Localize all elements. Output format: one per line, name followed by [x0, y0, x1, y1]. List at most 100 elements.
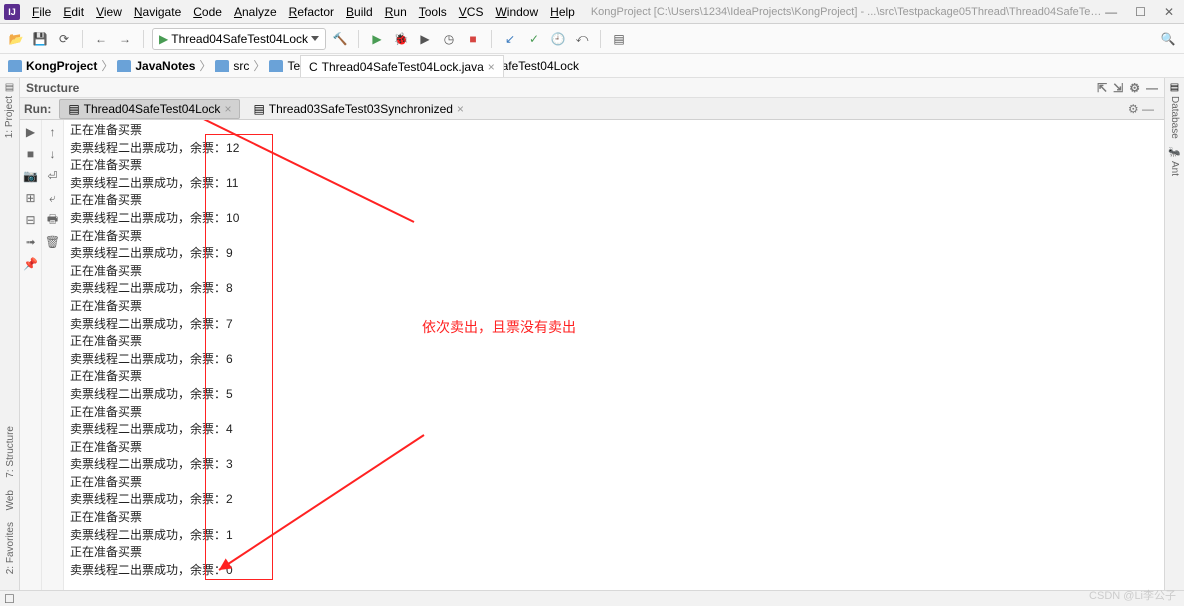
bottom-collapse-icon[interactable]: ☐ [4, 592, 15, 606]
prev-icon[interactable]: ⊟ [23, 212, 39, 228]
search-icon[interactable]: 🔍 [1158, 29, 1178, 49]
favorites-tool-label[interactable]: 2: Favorites [5, 522, 16, 574]
open-icon[interactable]: 📂 [6, 29, 26, 49]
console-text: 正在准备买票 [70, 123, 142, 137]
console-value: 2 [226, 491, 233, 509]
up-icon[interactable]: ↑ [45, 124, 61, 140]
debug-icon[interactable]: 🐞 [391, 29, 411, 49]
refresh-icon[interactable]: ⟳ [54, 29, 74, 49]
run-tab-icon: ▤ [68, 102, 79, 116]
project-tool-icon[interactable]: ▤ [5, 82, 14, 93]
console-text: 卖票线程二出票成功，余票： [70, 528, 226, 542]
stop-icon[interactable]: ■ [463, 29, 483, 49]
console-value: 8 [226, 280, 233, 298]
vcs-commit-icon[interactable]: ✓ [524, 29, 544, 49]
menu-item[interactable]: Refactor [283, 5, 340, 19]
profile-icon[interactable]: ◷ [439, 29, 459, 49]
menu-item[interactable]: Help [544, 5, 581, 19]
gear-icon[interactable]: ⚙ [1129, 81, 1140, 95]
console-value: 7 [226, 316, 233, 334]
coverage-icon[interactable]: ▶ [415, 29, 435, 49]
editor-tab[interactable]: C Thread04SafeTest04Lock.java × [300, 55, 504, 77]
editor-tab-name: Thread04SafeTest04Lock.java [322, 60, 484, 74]
console-line: 卖票线程二出票成功，余票：5 [70, 386, 1158, 404]
run-tab-name: Thread03SafeTest03Synchronized [269, 102, 453, 116]
console-output[interactable]: 依次卖出，且票没有卖出 正在准备买票卖票线程二出票成功，余票：12正在准备买票卖… [64, 120, 1164, 590]
console-value: 12 [226, 140, 239, 158]
clear-icon[interactable]: 🗑 [45, 234, 61, 250]
close-icon[interactable]: ✕ [1164, 5, 1174, 19]
menu-item[interactable]: Tools [413, 5, 453, 19]
ant-tool-icon[interactable]: 🐜 [1168, 147, 1180, 158]
run-label: Run: [24, 102, 55, 116]
menu-item[interactable]: File [26, 5, 57, 19]
console-text: 卖票线程二出票成功，余票： [70, 317, 226, 331]
menu-item[interactable]: Run [379, 5, 413, 19]
console-line: 正在准备买票 [70, 228, 1158, 246]
collapse-icon[interactable]: ⇱ [1097, 81, 1107, 95]
console-text: 正在准备买票 [70, 193, 142, 207]
softwrap-icon[interactable]: ⤶ [45, 190, 61, 206]
dump-icon[interactable]: 📷 [23, 168, 39, 184]
pin-icon[interactable]: 📌 [23, 256, 39, 272]
wrap-icon[interactable]: ⏎ [45, 168, 61, 184]
console-text: 正在准备买票 [70, 545, 142, 559]
run-icon[interactable]: ▶ [367, 29, 387, 49]
close-run-tab-icon[interactable]: × [224, 102, 231, 116]
menu-item[interactable]: Window [489, 5, 544, 19]
save-icon[interactable]: 💾 [30, 29, 50, 49]
console-text: 卖票线程二出票成功，余票： [70, 176, 226, 190]
console-text: 卖票线程二出票成功，余票： [70, 457, 226, 471]
web-tool-label[interactable]: Web [5, 490, 16, 510]
structure-icon[interactable]: ▤ [609, 29, 629, 49]
run-tab[interactable]: ▤ Thread03SafeTest03Synchronized × [244, 99, 472, 119]
close-tab-icon[interactable]: × [488, 60, 495, 74]
menu-item[interactable]: Navigate [128, 5, 187, 19]
structure-tool-label[interactable]: 7: Structure [5, 426, 16, 478]
vcs-history-icon[interactable]: 🕘 [548, 29, 568, 49]
console-text: 正在准备买票 [70, 475, 142, 489]
console-line: 正在准备买票 [70, 474, 1158, 492]
undo-icon[interactable]: ← [91, 29, 111, 49]
structure-panel-header: Structure ⇱ ⇲ ⚙ — [20, 78, 1164, 98]
build-icon[interactable]: 🔨 [330, 29, 350, 49]
menu-item[interactable]: View [90, 5, 128, 19]
down-icon[interactable]: ↓ [45, 146, 61, 162]
console-line: 正在准备买票 [70, 404, 1158, 422]
run-tab-active[interactable]: ▤ Thread04SafeTest04Lock × [59, 99, 240, 119]
close-run-tab-icon[interactable]: × [457, 102, 464, 116]
console-value: 11 [226, 175, 238, 193]
layout-icon[interactable]: ⊞ [23, 190, 39, 206]
console-line: 卖票线程二出票成功，余票：3 [70, 456, 1158, 474]
console-line: 正在准备买票 [70, 263, 1158, 281]
exit-icon[interactable]: ➟ [23, 234, 39, 250]
ant-tool-label[interactable]: Ant [1169, 161, 1180, 176]
database-tool-icon[interactable]: ▤ [1170, 82, 1179, 93]
project-tool-label[interactable]: 1: Project [4, 96, 15, 138]
database-tool-label[interactable]: Database [1169, 96, 1180, 139]
vcs-update-icon[interactable]: ↙ [500, 29, 520, 49]
rerun-icon[interactable]: ▶ [23, 124, 39, 140]
run-config-selector[interactable]: ▶ Thread04SafeTest04Lock [152, 28, 326, 50]
hide-icon[interactable]: — [1146, 81, 1158, 95]
maximize-icon[interactable]: ☐ [1135, 5, 1146, 19]
console-text: 卖票线程二出票成功，余票： [70, 246, 226, 260]
console-text: 正在准备买票 [70, 369, 142, 383]
vcs-revert-icon[interactable]: ⤺ [572, 29, 592, 49]
console-line: 卖票线程二出票成功，余票：4 [70, 421, 1158, 439]
expand-icon[interactable]: ⇲ [1113, 81, 1123, 95]
stop-icon[interactable]: ■ [23, 146, 39, 162]
console-line: 卖票线程二出票成功，余票：2 [70, 491, 1158, 509]
console-line: 正在准备买票 [70, 192, 1158, 210]
menu-item[interactable]: Edit [57, 5, 90, 19]
redo-icon[interactable]: → [115, 29, 135, 49]
menu-item[interactable]: Code [187, 5, 228, 19]
print-icon[interactable]: 🖶 [45, 212, 61, 228]
gear-icon[interactable]: ⚙ — [1128, 102, 1160, 116]
console-text: 正在准备买票 [70, 510, 142, 524]
menu-item[interactable]: Build [340, 5, 379, 19]
chevron-down-icon [311, 36, 319, 41]
menu-item[interactable]: VCS [453, 5, 490, 19]
menu-item[interactable]: Analyze [228, 5, 283, 19]
minimize-icon[interactable]: — [1105, 5, 1117, 19]
